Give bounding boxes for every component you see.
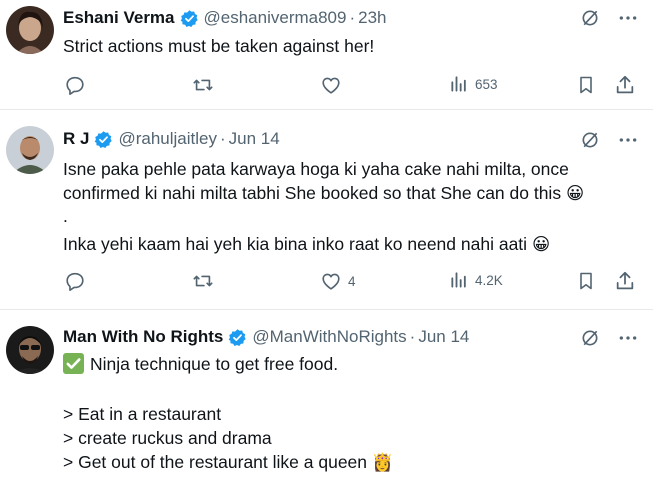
like-button[interactable] [320, 74, 348, 96]
avatar-image [6, 126, 54, 174]
timestamp[interactable]: Jun 14 [418, 327, 469, 347]
tweet-header: Man With No Rights @ManWithNoRights · Ju… [63, 325, 469, 349]
tweet-line: > Get out of the restaurant like a queen [63, 452, 368, 472]
tweet-line: > create ruckus and drama [63, 428, 272, 448]
retweet-button[interactable] [191, 270, 215, 292]
tweet-header: Eshani Verma @eshaniverma809 · 23h [63, 6, 387, 30]
share-icon [616, 271, 634, 290]
tweet-line: Inka yehi kaam hai yeh kia bina inko raa… [63, 234, 528, 254]
author-name[interactable]: R J [63, 129, 89, 149]
share-button[interactable] [614, 74, 636, 96]
bookmark-button[interactable] [576, 270, 596, 292]
like-icon [322, 77, 340, 94]
share-button[interactable] [614, 270, 636, 292]
more-icon[interactable] [617, 7, 639, 29]
separator-dot: · [409, 327, 416, 346]
tweet-line: Strict actions must be taken against her… [63, 36, 375, 56]
author-name[interactable]: Eshani Verma [63, 8, 175, 28]
author-handle[interactable]: @ManWithNoRights [252, 327, 406, 347]
bookmark-icon [580, 272, 592, 290]
avatar-image [6, 6, 54, 54]
reply-icon [66, 76, 84, 95]
bookmark-icon [580, 76, 592, 94]
views-button[interactable]: 4.2K [449, 270, 503, 290]
separator-dot: · [220, 129, 226, 148]
tweet-text: Isne paka pehle pata karwaya hoga ki yah… [63, 157, 633, 257]
views-icon [451, 76, 466, 92]
reply-button[interactable] [64, 270, 86, 292]
tweet-text: Strict actions must be taken against her… [63, 34, 633, 58]
author-handle[interactable]: @eshaniverma809 [204, 8, 347, 28]
more-icon[interactable] [617, 327, 639, 349]
tweet-2[interactable]: R J @rahuljaitley · Jun 14 Isne paka peh… [0, 110, 653, 308]
retweet-icon [193, 79, 213, 91]
like-button[interactable]: 4 [320, 270, 356, 292]
avatar-manwithnorights[interactable] [6, 326, 54, 374]
avatar-rj[interactable] [6, 126, 54, 174]
tweet-line: Isne paka pehle pata karwaya hoga ki yah… [63, 159, 569, 179]
author-name[interactable]: Man With No Rights [63, 327, 223, 347]
more-icon[interactable] [617, 129, 639, 151]
tweet-header: R J @rahuljaitley · Jun 14 [63, 127, 280, 151]
separator-dot: · [349, 8, 356, 27]
reply-icon [66, 272, 84, 291]
tweet-3[interactable]: Man With No Rights @ManWithNoRights · Ju… [0, 310, 653, 487]
avatar-eshani[interactable] [6, 6, 54, 54]
grok-icon[interactable] [579, 7, 601, 29]
views-icon [451, 272, 466, 288]
retweet-button[interactable] [191, 74, 215, 96]
verified-badge-icon [228, 328, 247, 347]
verified-badge-icon [180, 9, 199, 28]
grok-icon[interactable] [579, 129, 601, 151]
action-bar: 4 4.2K [0, 270, 653, 294]
tweet-line: . [63, 206, 68, 226]
timestamp[interactable]: 23h [358, 8, 386, 28]
tweet-1[interactable]: Eshani Verma @eshaniverma809 · 23h Stric… [0, 0, 653, 108]
verified-badge-icon [94, 130, 113, 149]
tweet-line: > Eat in a restaurant [63, 404, 222, 424]
views-button[interactable]: 653 [449, 74, 498, 94]
tweet-line: Ninja technique to get free food. [90, 354, 339, 374]
retweet-icon [193, 275, 213, 287]
tweet-line: confirmed ki nahi milta tabhi She booked… [63, 183, 562, 203]
check-emoji [63, 353, 84, 374]
action-bar: 653 [0, 74, 653, 98]
author-handle[interactable]: @rahuljaitley [118, 129, 217, 149]
grinning-emoji: 😀 [531, 235, 551, 255]
bookmark-button[interactable] [576, 74, 596, 96]
reply-button[interactable] [64, 74, 86, 96]
grok-icon[interactable] [579, 327, 601, 349]
share-icon [616, 75, 634, 94]
like-count: 4 [348, 273, 356, 289]
queen-emoji: 👸 [371, 453, 394, 473]
grinning-emoji: 😀 [565, 184, 585, 204]
tweet-text: Ninja technique to get free food. > Eat … [63, 352, 633, 475]
like-icon [322, 273, 340, 290]
avatar-image [6, 326, 54, 374]
timestamp[interactable]: Jun 14 [229, 129, 280, 149]
view-count: 653 [475, 76, 498, 92]
view-count: 4.2K [475, 272, 503, 288]
